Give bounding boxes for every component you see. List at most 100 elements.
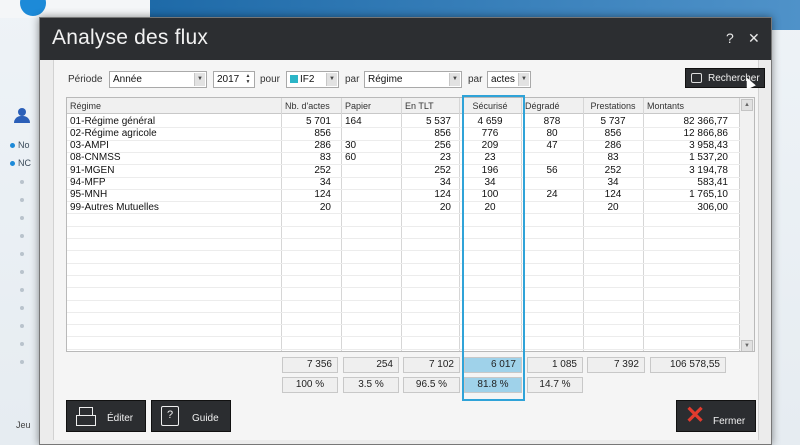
vertical-scrollbar[interactable]: ▲ ▼ [739,98,754,351]
close-icon[interactable]: ✕ [748,30,760,47]
help-book-icon: ? [161,406,179,426]
table-cell[interactable] [521,177,583,189]
table-cell[interactable] [341,165,401,177]
table-cell[interactable]: 256 [401,140,459,152]
table-cell[interactable]: 83 [281,152,341,164]
table-cell[interactable] [341,128,401,140]
row-divider [67,311,740,313]
regime-name-cell[interactable]: 94-MFP [67,177,281,189]
table-cell[interactable]: 34 [401,177,459,189]
column-header[interactable]: Papier [341,101,401,111]
table-cell[interactable]: 856 [583,128,643,140]
help-button[interactable]: ? [726,30,734,46]
table-cell[interactable] [521,202,583,214]
year-stepper[interactable]: 2017 ▲ ▼ [213,71,255,88]
table-cell[interactable]: 34 [281,177,341,189]
column-header[interactable]: En TLT [401,101,459,111]
par2-select[interactable]: actes ▼ [487,71,531,88]
table-cell[interactable]: 100 [459,189,521,201]
table-cell[interactable]: 80 [521,128,583,140]
table-cell[interactable]: 3 194,78 [643,165,738,177]
close-button[interactable]: ✕ Fermer [676,400,756,432]
table-cell[interactable]: 56 [521,165,583,177]
table-cell[interactable]: 1 537,20 [643,152,738,164]
table-cell[interactable]: 83 [583,152,643,164]
regime-name-cell[interactable]: 99-Autres Mutuelles [67,202,281,214]
regime-name-cell[interactable]: 02-Régime agricole [67,128,281,140]
table-cell[interactable]: 4 659 [459,116,521,128]
table-cell[interactable]: 3 958,43 [643,140,738,152]
table-cell[interactable]: 20 [459,202,521,214]
table-cell[interactable] [341,202,401,214]
table-cell[interactable]: 47 [521,140,583,152]
table-cell[interactable]: 12 866,86 [643,128,738,140]
background-footer-text: Jeu [16,420,31,430]
table-cell[interactable]: 23 [459,152,521,164]
regime-name-cell[interactable]: 03-AMPI [67,140,281,152]
table-cell[interactable]: 252 [401,165,459,177]
periode-select[interactable]: Année ▼ [109,71,207,88]
table-cell[interactable] [341,177,401,189]
column-header[interactable]: Montants [643,101,738,111]
table-cell[interactable]: 20 [281,202,341,214]
column-header[interactable]: Régime [67,101,281,111]
column-header[interactable]: Dégradé [521,101,583,111]
table-cell[interactable]: 5 737 [583,116,643,128]
table-cell[interactable]: 20 [401,202,459,214]
table-cell[interactable]: 286 [281,140,341,152]
guide-button[interactable]: ? Guide [151,400,231,432]
table-cell[interactable]: 124 [281,189,341,201]
table-cell[interactable]: 124 [583,189,643,201]
pour-select[interactable]: IF2 ▼ [286,71,339,88]
background-sidebar-item[interactable]: No [10,140,30,150]
column-header[interactable]: Nb. d'actes [281,101,341,111]
chevron-down-icon: ▼ [326,73,337,86]
table-cell[interactable]: 878 [521,116,583,128]
table-cell[interactable]: 1 765,10 [643,189,738,201]
scroll-down-icon[interactable]: ▼ [741,340,753,351]
row-divider [67,287,740,289]
par-select[interactable]: Régime ▼ [364,71,462,88]
background-bullet [20,216,24,220]
table-cell[interactable]: 34 [583,177,643,189]
table-cell[interactable]: 252 [583,165,643,177]
table-cell[interactable]: 164 [341,116,401,128]
table-cell[interactable]: 30 [341,140,401,152]
table-cell[interactable]: 306,00 [643,202,738,214]
total-cell: 106 578,55 [650,357,726,373]
table-cell[interactable]: 5 701 [281,116,341,128]
column-header[interactable]: Prestations [583,101,643,111]
table-cell[interactable]: 124 [401,189,459,201]
total-cell: 1 085 [527,357,583,373]
scroll-up-icon[interactable]: ▲ [741,99,753,111]
table-cell[interactable]: 20 [583,202,643,214]
table-cell[interactable]: 856 [401,128,459,140]
column-header[interactable]: Sécurisé [459,101,521,111]
table-cell[interactable] [341,189,401,201]
table-cell[interactable]: 24 [521,189,583,201]
regime-name-cell[interactable]: 91-MGEN [67,165,281,177]
edit-button[interactable]: Éditer [66,400,146,432]
spin-arrows-icon[interactable]: ▲ ▼ [243,73,253,86]
background-bullet [20,198,24,202]
table-cell[interactable]: 286 [583,140,643,152]
table-cell[interactable]: 856 [281,128,341,140]
table-cell[interactable] [521,152,583,164]
table-cell[interactable]: 252 [281,165,341,177]
table-cell[interactable]: 60 [341,152,401,164]
table-cell[interactable]: 196 [459,165,521,177]
table-cell[interactable]: 23 [401,152,459,164]
table-cell[interactable]: 82 366,77 [643,116,738,128]
table-cell[interactable]: 776 [459,128,521,140]
regime-name-cell[interactable]: 95-MNH [67,189,281,201]
background-sidebar-item[interactable]: NC [10,158,31,168]
regime-name-cell[interactable]: 01-Régime général [67,116,281,128]
table-cell[interactable]: 5 537 [401,116,459,128]
table-cell[interactable]: 34 [459,177,521,189]
table-cell[interactable]: 583,41 [643,177,738,189]
regime-name-cell[interactable]: 08-CNMSS [67,152,281,164]
background-bullet [20,342,24,346]
table-cell[interactable]: 209 [459,140,521,152]
row-divider [67,324,740,326]
par2-label: par [468,74,483,85]
